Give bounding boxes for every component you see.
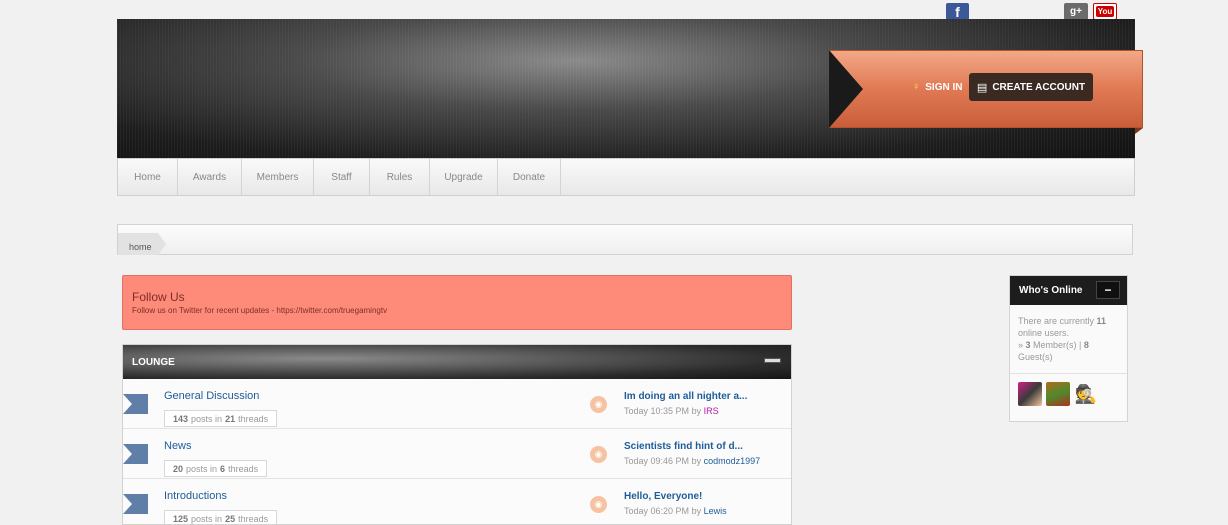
nav-donate[interactable]: Donate (498, 159, 561, 195)
whos-online-panel: Who's Online − There are currently 11 on… (1009, 275, 1128, 422)
category-title: LOUNGE (132, 356, 175, 368)
last-post-meta: Today 10:35 PM by IRS (624, 406, 719, 416)
nav-awards[interactable]: Awards (178, 159, 242, 195)
google-plus-icon[interactable]: g+ (1064, 3, 1088, 20)
site-header: ♀ SIGN IN ▤ CREATE ACCOUNT (117, 19, 1143, 159)
main-nav: Home Awards Members Staff Rules Upgrade … (117, 158, 1135, 196)
last-post-link[interactable]: Scientists find hint of d... (624, 441, 743, 452)
youtube-icon[interactable]: You (1093, 3, 1117, 20)
avatar[interactable] (1046, 382, 1070, 406)
notice-text: Follow us on Twitter for recent updates … (132, 306, 388, 315)
last-post-user-link[interactable]: IRS (704, 406, 719, 416)
rss-icon[interactable]: ◉ (590, 496, 607, 513)
nav-staff[interactable]: Staff (314, 159, 370, 195)
forum-name-link[interactable]: Introductions (164, 490, 227, 502)
forum-stats: 125 posts in 25 threads (164, 510, 278, 524)
avatar[interactable]: 🕵 (1074, 382, 1098, 406)
rss-icon[interactable]: ◉ (590, 446, 607, 463)
forum-name-link[interactable]: News (164, 440, 192, 452)
whos-online-stats: There are currently 11 online users. » 3… (1010, 305, 1127, 374)
ribbon-tail (1135, 128, 1143, 134)
facebook-icon[interactable]: f (946, 3, 969, 20)
ribbon-notch (829, 50, 863, 128)
forum-flag-icon (123, 394, 148, 414)
minimize-icon[interactable]: − (1096, 281, 1120, 299)
follow-notice: Follow Us Follow us on Twitter for recen… (122, 275, 792, 330)
forum-flag-icon (123, 494, 148, 514)
forum-row: News 20 posts in 6 threads ◉ Scientists … (123, 429, 791, 479)
last-post-meta: Today 06:20 PM by Lewis (624, 506, 727, 516)
last-post-user-link[interactable]: Lewis (704, 506, 727, 516)
forum-stats: 20 posts in 6 threads (164, 460, 268, 477)
forum-name-link[interactable]: General Discussion (164, 390, 259, 402)
last-post-meta: Today 09:46 PM by codmodz1997 (624, 456, 761, 466)
whos-online-header: Who's Online − (1010, 276, 1127, 305)
key-icon: ♀ (912, 81, 921, 93)
last-post-link[interactable]: Hello, Everyone! (624, 491, 702, 502)
create-account-button[interactable]: ▤ CREATE ACCOUNT (969, 73, 1093, 101)
last-post-link[interactable]: Im doing an all nighter a... (624, 391, 747, 402)
sign-in-link[interactable]: ♀ SIGN IN (912, 81, 962, 93)
nav-upgrade[interactable]: Upgrade (430, 159, 498, 195)
notice-title: Follow Us (132, 290, 185, 304)
clipboard-icon: ▤ (976, 81, 988, 94)
forum-row: General Discussion 143 posts in 21 threa… (123, 379, 791, 429)
avatar[interactable] (1018, 382, 1042, 406)
online-avatars: 🕵 (1010, 374, 1127, 414)
nav-home[interactable]: Home (118, 159, 178, 195)
rss-icon[interactable]: ◉ (590, 396, 607, 413)
breadcrumb: home (117, 224, 1133, 255)
nav-members[interactable]: Members (242, 159, 314, 195)
last-post-user-link[interactable]: codmodz1997 (704, 456, 761, 466)
breadcrumb-home[interactable]: home (118, 233, 166, 255)
category-header: LOUNGE (123, 345, 791, 379)
collapse-icon[interactable] (764, 358, 781, 363)
nav-rules[interactable]: Rules (370, 159, 430, 195)
forum-row: Introductions 125 posts in 25 threads ◉ … (123, 479, 791, 524)
forum-category-lounge: LOUNGE General Discussion 143 posts in 2… (122, 344, 792, 525)
forum-flag-icon (123, 444, 148, 464)
forum-stats: 143 posts in 21 threads (164, 410, 278, 427)
